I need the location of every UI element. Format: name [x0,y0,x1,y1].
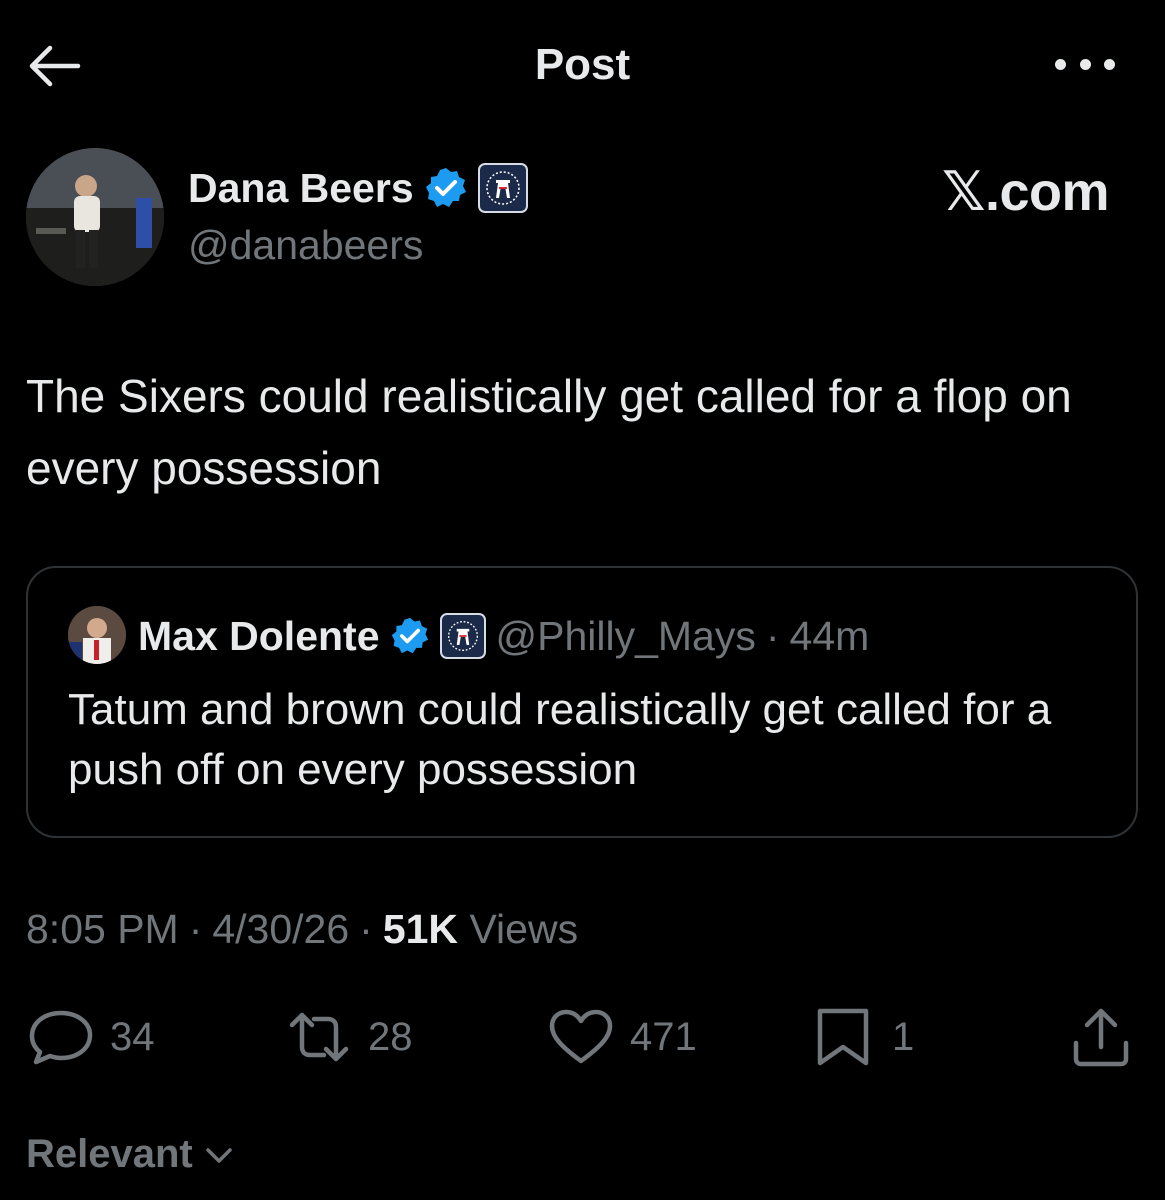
barstool-badge-icon [477,163,528,213]
action-bar: 34 28 471 1 [26,1002,1138,1072]
repost-button[interactable]: 28 [284,1002,413,1072]
quoted-post-time: 44m [789,612,870,659]
barstool-badge-icon [439,613,486,659]
post-page: Post Dana Beers @danabeers 𝕏.com The Six… [0,0,1165,1200]
bookmark-count: 1 [892,1014,915,1059]
post-date: 4/30/26 [212,906,350,952]
x-watermark: 𝕏.com [941,162,1110,222]
post-metadata: 8:05 PM · 4/30/26 · 51K Views [26,906,578,953]
separator-dot: · [359,906,373,952]
repost-count: 28 [368,1014,413,1059]
author-handle[interactable]: @danabeers [188,222,423,269]
like-button[interactable]: 471 [546,1002,697,1072]
reply-icon [29,1010,93,1065]
heart-icon [549,1009,613,1064]
reply-count: 34 [110,1014,155,1059]
bookmark-button[interactable]: 1 [808,1002,914,1072]
page-title: Post [534,40,631,89]
verified-badge-icon [425,168,466,207]
share-button[interactable] [1068,1002,1134,1072]
separator-dot: · [188,906,203,952]
quoted-post-header: Max Dolente @Philly_Mays · 44m [138,608,869,664]
author-name-row: Dana Beers [188,160,528,216]
sort-label: Relevant [26,1132,193,1176]
quoted-post-card[interactable]: Max Dolente @Philly_Mays · 44m Tatum and… [26,566,1138,838]
chevron-down-icon [206,1147,232,1163]
quoted-author-name: Max Dolente [138,612,380,659]
repost-icon [289,1012,349,1062]
quoted-author-avatar [68,606,126,664]
more-horizontal-icon [1055,58,1066,70]
quoted-author-handle: @Philly_Mays [495,612,756,659]
verified-badge-icon [391,617,428,654]
quoted-post-text: Tatum and brown could realistically get … [68,685,1052,794]
reply-button[interactable]: 34 [26,1002,155,1072]
author-avatar[interactable] [26,148,164,286]
more-options-button[interactable] [1055,54,1115,74]
views-count: 51K [382,906,459,952]
post-time: 8:05 PM [26,906,179,952]
author-name[interactable]: Dana Beers [188,165,414,212]
tweet-text: The Sixers could realistically get calle… [26,370,1072,494]
share-icon [1073,1008,1129,1067]
views-link[interactable]: 51K Views [383,906,578,953]
views-label: Views [469,906,579,952]
reply-sort-dropdown[interactable]: Relevant [26,1132,235,1177]
bookmark-icon [817,1008,869,1066]
like-count: 471 [630,1014,697,1059]
separator-dot: · [765,612,780,659]
